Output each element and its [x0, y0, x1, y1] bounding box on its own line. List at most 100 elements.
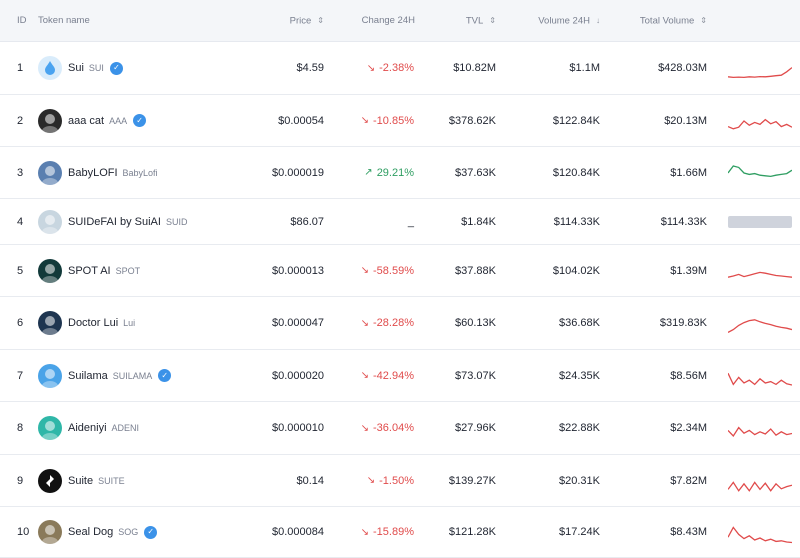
token-cell[interactable]: Suite SUITE	[38, 455, 125, 506]
tvl-cell: $121.28K	[420, 507, 496, 557]
volume-24h-cell-text: $104.02K	[552, 264, 600, 277]
price-cell-text: $0.000020	[272, 369, 324, 382]
row-id: 9	[17, 455, 23, 506]
token-name[interactable]: Seal Dog	[68, 526, 113, 538]
tvl-cell: $139.27K	[420, 455, 496, 506]
table-row[interactable]: 1 Sui SUI ✓ $4.59 ↘ -2.38% $10.82M $1.1M $428.03M	[0, 42, 800, 95]
sparkline-line	[728, 165, 792, 178]
volume-24h-cell-text: $17.24K	[559, 526, 600, 538]
token-symbol: SOG	[118, 527, 139, 537]
sparkline-chart	[728, 271, 792, 278]
change-value: -1.50%	[379, 474, 414, 487]
tvl-cell-text: $73.07K	[455, 369, 496, 382]
header-total-volume[interactable]: Total Volume ⇕	[620, 0, 707, 42]
table-row[interactable]: 6 Doctor Lui Lui $0.000047 ↘ -28.28% $60.13K $3…	[0, 297, 800, 350]
tvl-cell: $60.13K	[420, 297, 496, 349]
sparkline-empty-placeholder	[728, 216, 792, 228]
total-volume-cell: $2.34M	[610, 402, 707, 454]
token-name[interactable]: aaa cat	[68, 115, 104, 127]
price-cell-text: $86.07	[290, 215, 324, 228]
change-value: 29.21%	[376, 166, 414, 179]
header-price[interactable]: Price ⇕	[262, 0, 324, 42]
sort-icon[interactable]: ⇕	[700, 0, 707, 42]
change-value: -42.94%	[373, 369, 414, 382]
table-row[interactable]: 2 aaa cat AAA ✓ $0.00054 ↘ -10.85% $378.62K $122…	[0, 95, 800, 147]
tvl-cell: $1.84K	[420, 199, 496, 244]
total-volume-cell-text: $20.13M	[664, 114, 707, 127]
token-name[interactable]: SPOT AI	[68, 265, 111, 277]
verified-badge-icon: ✓	[158, 369, 172, 382]
token-symbol: AAA	[109, 115, 128, 126]
row-id: 6	[17, 297, 23, 349]
token-symbol: SUITE	[98, 475, 125, 486]
volume-24h-cell: $122.84K	[510, 95, 600, 146]
trend-down-icon: ↘	[360, 526, 370, 538]
table-row[interactable]: 4 SUIDeFAI by SuiAI SUID $86.07 _ $1.84K $114.…	[0, 199, 800, 245]
volume-24h-cell-text: $1.1M	[569, 62, 600, 74]
volume-24h-cell: $104.02K	[510, 245, 600, 296]
row-id: 1	[17, 42, 23, 94]
table-row[interactable]: 7 Suilama SUILAMA ✓ $0.000020 ↘ -42.94% $73.07K…	[0, 350, 800, 402]
trend-down-icon: ↘	[360, 370, 370, 381]
change-value: -36.04%	[373, 422, 414, 434]
token-cell[interactable]: BabyLOFI BabyLofi	[38, 147, 158, 198]
table-row[interactable]: 9 Suite SUITE $0.14 ↘ -1.50% $139.27K $20.31K $7…	[0, 455, 800, 507]
price-cell: $0.00054	[240, 95, 324, 146]
change-24h-cell: ↘ -28.28%	[330, 297, 414, 349]
change-24h-cell: ↘ -58.59%	[330, 245, 414, 296]
sparkline-chart	[728, 481, 792, 492]
token-symbol: SUI	[88, 63, 104, 73]
token-cell[interactable]: aaa cat AAA ✓	[38, 95, 147, 146]
change-value: -28.28%	[373, 317, 414, 329]
header-change-24h[interactable]: Change 24H	[340, 0, 415, 42]
token-name[interactable]: SUIDeFAI by SuiAI	[68, 216, 161, 228]
token-symbol: SUID	[165, 216, 188, 227]
token-cell[interactable]: Aideniyi ADENI	[38, 402, 139, 454]
token-table: ID Token name Price ⇕ Change 24H TVL ⇕ Vol…	[0, 0, 800, 558]
token-cell[interactable]: Doctor Lui Lui	[38, 297, 135, 349]
token-name[interactable]: Doctor Lui	[68, 317, 118, 329]
sort-icon[interactable]: ⇕	[317, 0, 324, 42]
price-cell: $0.000013	[240, 245, 324, 296]
sparkline-line	[728, 66, 792, 78]
table-row[interactable]: 5 SPOT AI SPOT $0.000013 ↘ -58.59% $37.88K $104…	[0, 245, 800, 297]
seal-dog-avatar-icon	[38, 520, 62, 544]
header-tvl[interactable]: TVL ⇕	[430, 0, 496, 42]
row-id: 3	[17, 147, 23, 198]
token-name[interactable]: Suite	[68, 475, 93, 487]
price-cell-text: $0.000084	[272, 526, 324, 538]
token-name[interactable]: BabyLOFI	[68, 167, 118, 179]
total-volume-cell: $319.83K	[610, 297, 707, 349]
token-name[interactable]: Aideniyi	[68, 422, 107, 434]
price-cell: $0.000010	[240, 402, 324, 454]
tvl-cell-text: $139.27K	[448, 474, 496, 487]
token-name[interactable]: Suilama	[68, 370, 108, 382]
token-cell[interactable]: Seal Dog SOG ✓	[38, 507, 158, 557]
table-row[interactable]: 10 Seal Dog SOG ✓ $0.000084 ↘ -15.89% $121.28K $…	[0, 507, 800, 558]
llama-avatar-icon	[38, 363, 62, 388]
sparkline-line	[728, 118, 792, 130]
token-name[interactable]: Sui	[68, 62, 84, 74]
price-cell: $4.59	[240, 42, 324, 94]
volume-24h-cell: $17.24K	[510, 507, 600, 557]
row-id-text: 2	[17, 114, 24, 127]
token-cell[interactable]: Sui SUI ✓	[38, 42, 123, 94]
tvl-cell: $10.82M	[420, 42, 496, 94]
total-volume-cell-text: $1.66M	[670, 166, 707, 179]
sort-desc-icon[interactable]: ↓	[596, 0, 600, 42]
header-volume-24h[interactable]: Volume 24H ↓	[520, 0, 600, 42]
volume-24h-cell-text: $22.88K	[559, 422, 600, 434]
table-row[interactable]: 8 Aideniyi ADENI $0.000010 ↘ -36.04% $27.96K $2…	[0, 402, 800, 455]
tvl-cell-text: $60.13K	[455, 317, 496, 329]
table-row[interactable]: 3 BabyLOFI BabyLofi $0.000019 ↗ 29.21% $37.63K…	[0, 147, 800, 199]
token-cell[interactable]: Suilama SUILAMA ✓	[38, 350, 172, 401]
header-token-name: Token name	[38, 15, 90, 26]
tvl-cell-text: $37.63K	[455, 166, 496, 179]
sparkline-line	[728, 372, 792, 386]
price-cell: $86.07	[240, 199, 324, 244]
tvl-cell-text: $378.62K	[448, 114, 496, 127]
volume-24h-cell-text: $120.84K	[552, 166, 600, 179]
sort-icon[interactable]: ⇕	[489, 0, 496, 42]
token-cell[interactable]: SPOT AI SPOT	[38, 245, 140, 296]
token-cell[interactable]: SUIDeFAI by SuiAI SUID	[38, 199, 187, 244]
